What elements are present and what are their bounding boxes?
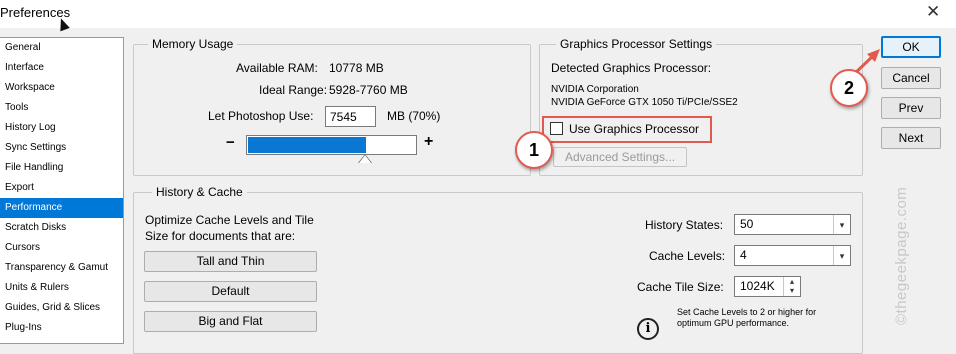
- available-ram-label: Available RAM:: [236, 61, 318, 75]
- cache-levels-label: Cache Levels:: [649, 249, 726, 263]
- watermark: ©thegeekpage.com: [893, 186, 910, 325]
- title-bar: Preferences ✕: [0, 0, 956, 28]
- info-icon: i: [637, 318, 659, 340]
- let-photoshop-use-label: Let Photoshop Use:: [208, 109, 314, 123]
- tall-and-thin-button[interactable]: Tall and Thin: [144, 251, 317, 272]
- gpu-cache-note-line-1: Set Cache Levels to 2 or higher for: [677, 307, 817, 317]
- cache-tile-size-label: Cache Tile Size:: [637, 280, 724, 294]
- minus-icon[interactable]: −: [226, 134, 235, 151]
- gpu-vendor: NVIDIA Corporation: [551, 84, 639, 95]
- cache-tile-size-value: 1024K: [740, 279, 775, 293]
- big-and-flat-button[interactable]: Big and Flat: [144, 311, 317, 332]
- history-states-value: 50: [740, 217, 754, 231]
- plus-icon[interactable]: +: [424, 133, 433, 151]
- sidebar-item[interactable]: Guides, Grid & Slices: [0, 298, 123, 318]
- preferences-sidebar: General Interface Workspace Tools History Lo…: [0, 37, 124, 344]
- sidebar-item[interactable]: File Handling: [0, 158, 123, 178]
- memory-slider-fill: [248, 137, 366, 153]
- cache-tile-size-field[interactable]: 1024K ▴ ▾: [734, 276, 801, 297]
- sidebar-item[interactable]: Export: [0, 178, 123, 198]
- dropdown-arrow-icon[interactable]: ▾: [833, 215, 850, 234]
- sidebar-item[interactable]: Cursors: [0, 238, 123, 258]
- optimize-text-line-1: Optimize Cache Levels and Tile: [145, 213, 314, 227]
- gpu-settings-legend: Graphics Processor Settings: [556, 37, 717, 51]
- history-cache-legend: History & Cache: [152, 185, 247, 199]
- history-states-field[interactable]: 50 ▾: [734, 214, 851, 235]
- gpu-cache-note-line-2: optimum GPU performance.: [677, 318, 790, 328]
- memory-use-input[interactable]: [325, 106, 376, 127]
- optimize-text-line-2: Size for documents that are:: [145, 229, 296, 243]
- memory-use-suffix: MB (70%): [387, 109, 441, 123]
- available-ram-value: 10778 MB: [329, 61, 384, 75]
- sidebar-item[interactable]: Tools: [0, 98, 123, 118]
- ideal-range-value: 5928-7760 MB: [329, 83, 408, 97]
- sidebar-item[interactable]: History Log: [0, 118, 123, 138]
- default-button[interactable]: Default: [144, 281, 317, 302]
- sidebar-item[interactable]: Workspace: [0, 78, 123, 98]
- cache-levels-field[interactable]: 4 ▾: [734, 245, 851, 266]
- dropdown-arrow-icon[interactable]: ▾: [833, 246, 850, 265]
- prev-button[interactable]: Prev: [881, 97, 941, 119]
- sidebar-item[interactable]: Performance: [0, 198, 123, 218]
- ideal-range-label: Ideal Range:: [259, 83, 328, 97]
- close-icon[interactable]: ✕: [926, 2, 940, 22]
- history-states-label: History States:: [645, 218, 724, 232]
- sidebar-item[interactable]: General: [0, 38, 123, 58]
- memory-usage-legend: Memory Usage: [148, 37, 238, 51]
- use-gpu-highlight-box: [542, 116, 712, 143]
- sidebar-item[interactable]: Scratch Disks: [0, 218, 123, 238]
- sidebar-item[interactable]: Transparency & Gamut: [0, 258, 123, 278]
- sidebar-item[interactable]: Plug-Ins: [0, 318, 123, 338]
- memory-slider[interactable]: [246, 135, 417, 155]
- slider-thumb[interactable]: [359, 155, 371, 163]
- cache-levels-value: 4: [740, 248, 747, 262]
- sidebar-item[interactable]: Interface: [0, 58, 123, 78]
- advanced-settings-button[interactable]: Advanced Settings...: [553, 147, 687, 167]
- callout-1: 1: [515, 131, 553, 169]
- next-button[interactable]: Next: [881, 127, 941, 149]
- spinner-arrows-icon[interactable]: ▴ ▾: [783, 277, 800, 296]
- gpu-model: NVIDIA GeForce GTX 1050 Ti/PCIe/SSE2: [551, 97, 738, 108]
- sidebar-item[interactable]: Sync Settings: [0, 138, 123, 158]
- callout-2: 2: [830, 69, 868, 107]
- detected-gpu-label: Detected Graphics Processor:: [551, 61, 712, 75]
- sidebar-item[interactable]: Units & Rulers: [0, 278, 123, 298]
